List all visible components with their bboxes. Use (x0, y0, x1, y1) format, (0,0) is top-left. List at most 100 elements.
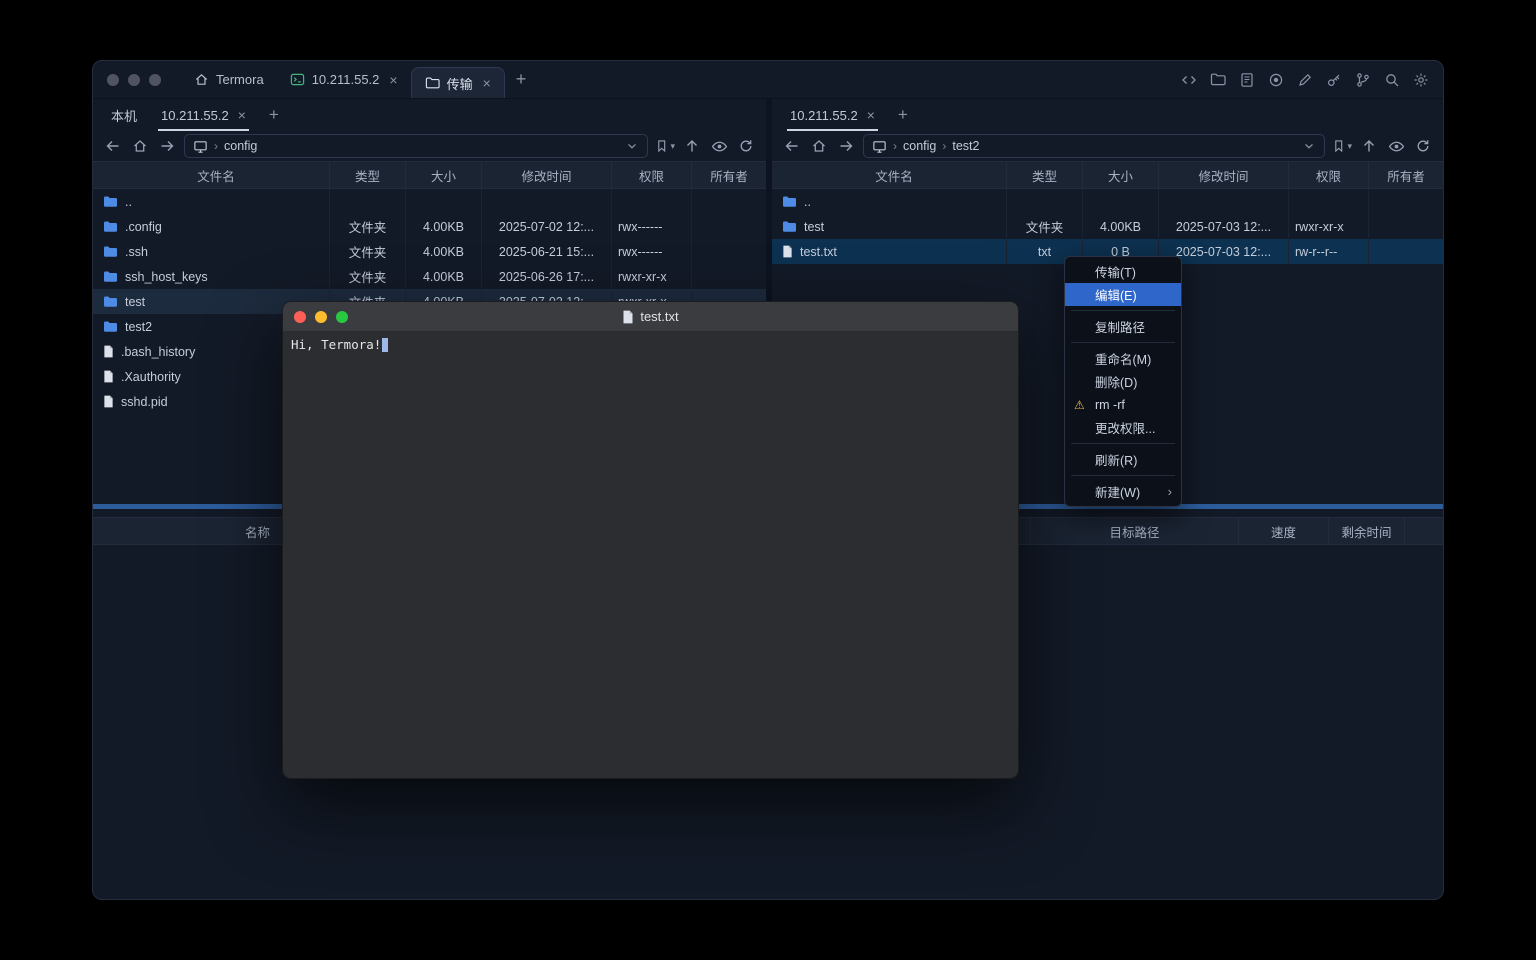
menu-item-transfer[interactable]: 传输(T) (1065, 260, 1181, 283)
tab-local[interactable]: 本机 (99, 99, 149, 131)
column-header-mod[interactable]: 修改时间 (1159, 162, 1289, 188)
minimize-window-button[interactable] (315, 311, 327, 323)
editor-titlebar[interactable]: test.txt (283, 302, 1018, 332)
minimize-window-button[interactable] (128, 74, 140, 86)
search-icon[interactable] (1384, 72, 1400, 88)
close-tab-icon[interactable]: × (483, 76, 491, 90)
folder-icon (782, 220, 797, 233)
column-header-owner[interactable]: 所有者 (1369, 162, 1443, 188)
column-header-owner[interactable]: 所有者 (692, 162, 766, 188)
folder-icon[interactable] (1210, 72, 1226, 87)
tab-transfer[interactable]: 传输 × (411, 67, 505, 98)
file-row-.config[interactable]: .config文件夹4.00KB2025-07-02 12:...rwx----… (93, 214, 766, 239)
journal-icon[interactable] (1239, 72, 1255, 88)
new-tab-button[interactable]: + (505, 69, 538, 90)
file-row-test[interactable]: test文件夹4.00KB2025-07-03 12:...rwxr-xr-x (772, 214, 1443, 239)
parent-dir-icon[interactable] (682, 136, 702, 156)
file-name: test (125, 295, 145, 309)
left-table-header: 文件名类型大小修改时间权限所有者 (93, 161, 766, 189)
path-bar[interactable]: › config › test2 (863, 134, 1325, 158)
file-name: .config (125, 220, 162, 234)
file-row-..[interactable]: .. (772, 189, 1443, 214)
column-header-name[interactable]: 文件名 (93, 162, 330, 188)
pencil-icon[interactable] (1297, 72, 1313, 88)
column-header-name[interactable]: 文件名 (772, 162, 1007, 188)
column-header-size[interactable]: 大小 (406, 162, 482, 188)
tab-label: 10.211.55.2 (312, 72, 380, 87)
forward-icon[interactable] (157, 136, 177, 156)
zoom-window-button[interactable] (336, 311, 348, 323)
menu-item-rm-rf[interactable]: ⚠ rm -rf (1065, 393, 1181, 416)
eye-icon[interactable] (1386, 136, 1406, 156)
file-icon (782, 245, 793, 258)
refresh-icon[interactable] (1413, 136, 1433, 156)
file-name: .Xauthority (121, 370, 181, 384)
menu-item-new[interactable]: 新建(W) › (1065, 480, 1181, 503)
column-header-size[interactable]: 大小 (1083, 162, 1159, 188)
column-header-speed[interactable]: 速度 (1239, 518, 1329, 544)
tab-session[interactable]: 10.211.55.2 × (277, 61, 411, 98)
chevron-down-icon[interactable] (625, 139, 639, 153)
file-name: test (804, 220, 824, 234)
tab-termora[interactable]: Termora (181, 61, 277, 98)
folder-icon (103, 320, 118, 333)
close-window-button[interactable] (107, 74, 119, 86)
record-icon[interactable] (1268, 72, 1284, 88)
eye-icon[interactable] (709, 136, 729, 156)
column-header-mod[interactable]: 修改时间 (482, 162, 612, 188)
new-panel-tab-button[interactable]: + (258, 105, 290, 125)
chevron-down-icon[interactable] (1302, 139, 1316, 153)
menu-item-edit[interactable]: 编辑(E) (1065, 283, 1181, 306)
right-table-header: 文件名类型大小修改时间权限所有者 (772, 161, 1443, 189)
home-icon[interactable] (130, 136, 150, 156)
bookmark-icon[interactable]: ▾ (655, 136, 675, 156)
menu-item-copy-path[interactable]: 复制路径 (1065, 315, 1181, 338)
breadcrumb-segment[interactable]: config (224, 139, 257, 153)
file-row-ssh_host_keys[interactable]: ssh_host_keys文件夹4.00KB2025-06-26 17:...r… (93, 264, 766, 289)
tab-label: Termora (216, 72, 264, 87)
menu-item-rename[interactable]: 重命名(M) (1065, 347, 1181, 370)
column-header-target-path[interactable]: 目标路径 (1031, 518, 1239, 544)
refresh-icon[interactable] (736, 136, 756, 156)
breadcrumb-segment[interactable]: test2 (952, 139, 979, 153)
breadcrumb-separator: › (893, 139, 897, 153)
branch-icon[interactable] (1355, 72, 1371, 88)
home-icon[interactable] (809, 136, 829, 156)
close-tab-icon[interactable]: × (238, 108, 246, 122)
column-header-remaining-time[interactable]: 剩余时间 (1329, 518, 1405, 544)
titlebar: Termora 10.211.55.2 × 传输 × + (93, 61, 1443, 99)
new-panel-tab-button[interactable]: + (887, 105, 919, 125)
close-tab-icon[interactable]: × (867, 108, 875, 122)
column-header-type[interactable]: 类型 (1007, 162, 1083, 188)
menu-separator (1071, 475, 1175, 476)
left-file-toolbar: › config ▾ (93, 131, 766, 161)
settings-icon[interactable] (1413, 72, 1429, 88)
zoom-window-button[interactable] (149, 74, 161, 86)
bookmark-dropdown-icon[interactable]: ▾ (670, 141, 675, 152)
column-header-perm[interactable]: 权限 (612, 162, 692, 188)
bookmark-icon[interactable]: ▾ (1332, 136, 1352, 156)
editor-window-controls (294, 311, 348, 323)
code-icon[interactable] (1181, 72, 1197, 88)
menu-item-refresh[interactable]: 刷新(R) (1065, 448, 1181, 471)
bookmark-dropdown-icon[interactable]: ▾ (1347, 141, 1352, 152)
back-icon[interactable] (103, 136, 123, 156)
key-icon[interactable] (1326, 72, 1342, 88)
close-tab-icon[interactable]: × (389, 73, 397, 87)
file-row-.ssh[interactable]: .ssh文件夹4.00KB2025-06-21 15:...rwx------ (93, 239, 766, 264)
tab-session-left[interactable]: 10.211.55.2 × (149, 99, 258, 131)
path-bar[interactable]: › config (184, 134, 648, 158)
menu-item-change-permissions[interactable]: 更改权限... (1065, 416, 1181, 439)
forward-icon[interactable] (836, 136, 856, 156)
editor-content[interactable]: Hi, Termora! (283, 332, 1018, 357)
back-icon[interactable] (782, 136, 802, 156)
close-window-button[interactable] (294, 311, 306, 323)
column-header-perm[interactable]: 权限 (1289, 162, 1369, 188)
tab-session-right[interactable]: 10.211.55.2 × (778, 99, 887, 131)
parent-dir-icon[interactable] (1359, 136, 1379, 156)
breadcrumb-segment[interactable]: config (903, 139, 936, 153)
file-row-..[interactable]: .. (93, 189, 766, 214)
menu-item-delete[interactable]: 删除(D) (1065, 370, 1181, 393)
column-header-type[interactable]: 类型 (330, 162, 406, 188)
tab-label: 传输 (447, 74, 473, 93)
